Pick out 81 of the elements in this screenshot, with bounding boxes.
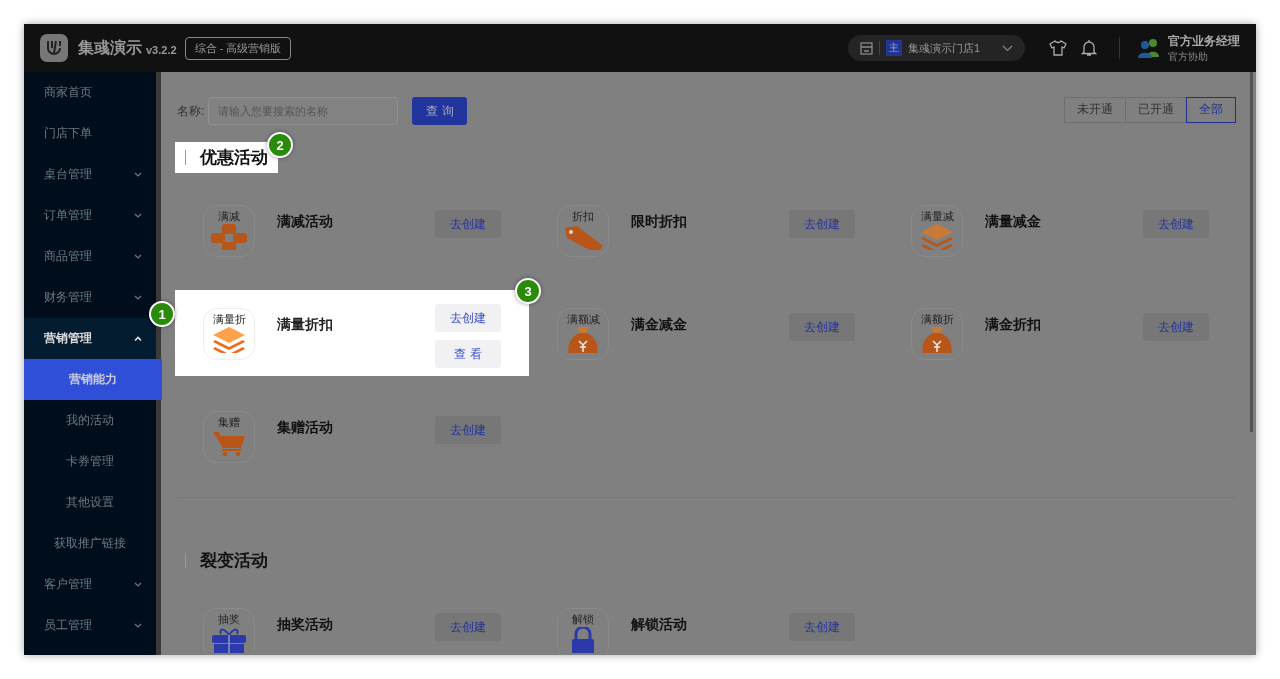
layers-icon [919, 224, 955, 250]
store-selector[interactable]: 主 集彧演示门店1 [847, 35, 1025, 61]
step-badge: 2 [267, 132, 293, 158]
chevron-down-icon [134, 213, 142, 218]
action-button[interactable]: 去创建 [789, 210, 855, 238]
step-badge: 3 [515, 278, 541, 304]
user-name: 官方业务经理 [1168, 32, 1240, 50]
icon-label: 满量折 [212, 312, 246, 327]
version-label: v3.2.2 [146, 44, 177, 56]
diamonds-icon [209, 224, 249, 250]
search-button[interactable]: 查 询 [412, 97, 468, 125]
money-bag-icon [919, 327, 955, 353]
activity-name: 满金减金 [631, 316, 688, 334]
store-icon [859, 41, 873, 55]
money-bag-icon [565, 327, 601, 353]
activity-name: 满量折扣 [277, 316, 334, 334]
icon-label: 抽奖 [218, 612, 240, 627]
icon-label: 满额减 [566, 312, 600, 327]
layers-icon [211, 327, 247, 353]
sidebar-item[interactable]: 员工管理 [24, 605, 156, 646]
chevron-down-icon [134, 254, 142, 259]
sidebar-item[interactable]: 商品管理 [24, 236, 156, 277]
logo-icon [40, 34, 68, 62]
sidebar-item[interactable]: 商家首页 [24, 72, 156, 113]
sidebar-item[interactable]: 客户管理 [24, 564, 156, 605]
action-button[interactable]: 去创建 [435, 210, 501, 238]
search-label: 名称: [177, 102, 205, 120]
sidebar-item[interactable]: 营销管理 [24, 318, 156, 359]
icon-label: 满减 [218, 209, 240, 224]
action-button[interactable]: 去创建 [435, 304, 501, 332]
icon-label: 满量减 [920, 209, 954, 224]
sidebar-item[interactable]: 订单管理 [24, 195, 156, 236]
activity-name: 满量减金 [985, 213, 1042, 231]
activity-name: 解锁活动 [631, 616, 688, 634]
action-button[interactable]: 去创建 [1143, 313, 1209, 341]
action-button[interactable]: 去创建 [435, 416, 501, 444]
activity-name: 抽奖活动 [277, 616, 334, 634]
users-icon [1138, 38, 1160, 58]
action-button[interactable]: 去创建 [789, 613, 855, 641]
sidebar-subitem[interactable]: 我的活动 [24, 400, 156, 441]
icon-label: 集赠 [218, 415, 240, 430]
sidebar-item[interactable]: 桌台管理 [24, 154, 156, 195]
sidebar-scrollbar[interactable] [156, 72, 161, 655]
activity-name: 满减活动 [277, 213, 334, 231]
action-button[interactable]: 去创建 [789, 313, 855, 341]
bell-icon[interactable] [1081, 39, 1097, 57]
chevron-down-icon [134, 172, 142, 177]
action-button[interactable]: 去创建 [1143, 210, 1209, 238]
sidebar-item[interactable]: 门店下单 [24, 113, 156, 154]
chevron-down-icon [134, 295, 142, 300]
icon-label: 满额折 [920, 312, 954, 327]
gift-icon [209, 627, 249, 653]
store-badge: 主 [885, 40, 902, 56]
chevron-down-icon [134, 582, 142, 587]
sidebar-subitem[interactable]: 其他设置 [24, 482, 156, 523]
action-button[interactable]: 查 看 [435, 340, 501, 368]
step-badge: 1 [149, 301, 175, 327]
chevron-down-icon [1002, 44, 1013, 52]
store-name: 集彧演示门店1 [907, 40, 980, 56]
icon-label: 解锁 [572, 612, 594, 627]
sidebar-subitem[interactable]: 营销能力 [24, 359, 162, 400]
action-button[interactable]: 去创建 [435, 613, 501, 641]
icon-label: 折扣 [572, 209, 594, 224]
app-name: 集彧演示 [78, 37, 142, 58]
sidebar-subitem[interactable]: 卡券管理 [24, 441, 156, 482]
section-heading: 裂变活动 [175, 545, 278, 576]
filter-tab[interactable]: 已开通 [1125, 96, 1187, 123]
filter-tab[interactable]: 未开通 [1064, 96, 1126, 123]
cart-icon [211, 430, 247, 456]
sidebar-subitem[interactable]: 获取推广链接 [24, 523, 156, 564]
activity-name: 限时折扣 [631, 213, 688, 231]
price-tag-icon [563, 224, 603, 250]
activity-name: 满金折扣 [985, 316, 1042, 334]
chevron-down-icon [134, 623, 142, 628]
chevron-up-icon [134, 336, 142, 341]
scrollbar[interactable] [1250, 72, 1253, 432]
shirt-icon[interactable] [1049, 40, 1067, 56]
user-role: 官方协助 [1168, 49, 1209, 64]
edition-badge: 综合 - 高级营销版 [184, 36, 292, 60]
filter-tab[interactable]: 全部 [1186, 96, 1236, 123]
activity-name: 集赠活动 [277, 419, 334, 437]
